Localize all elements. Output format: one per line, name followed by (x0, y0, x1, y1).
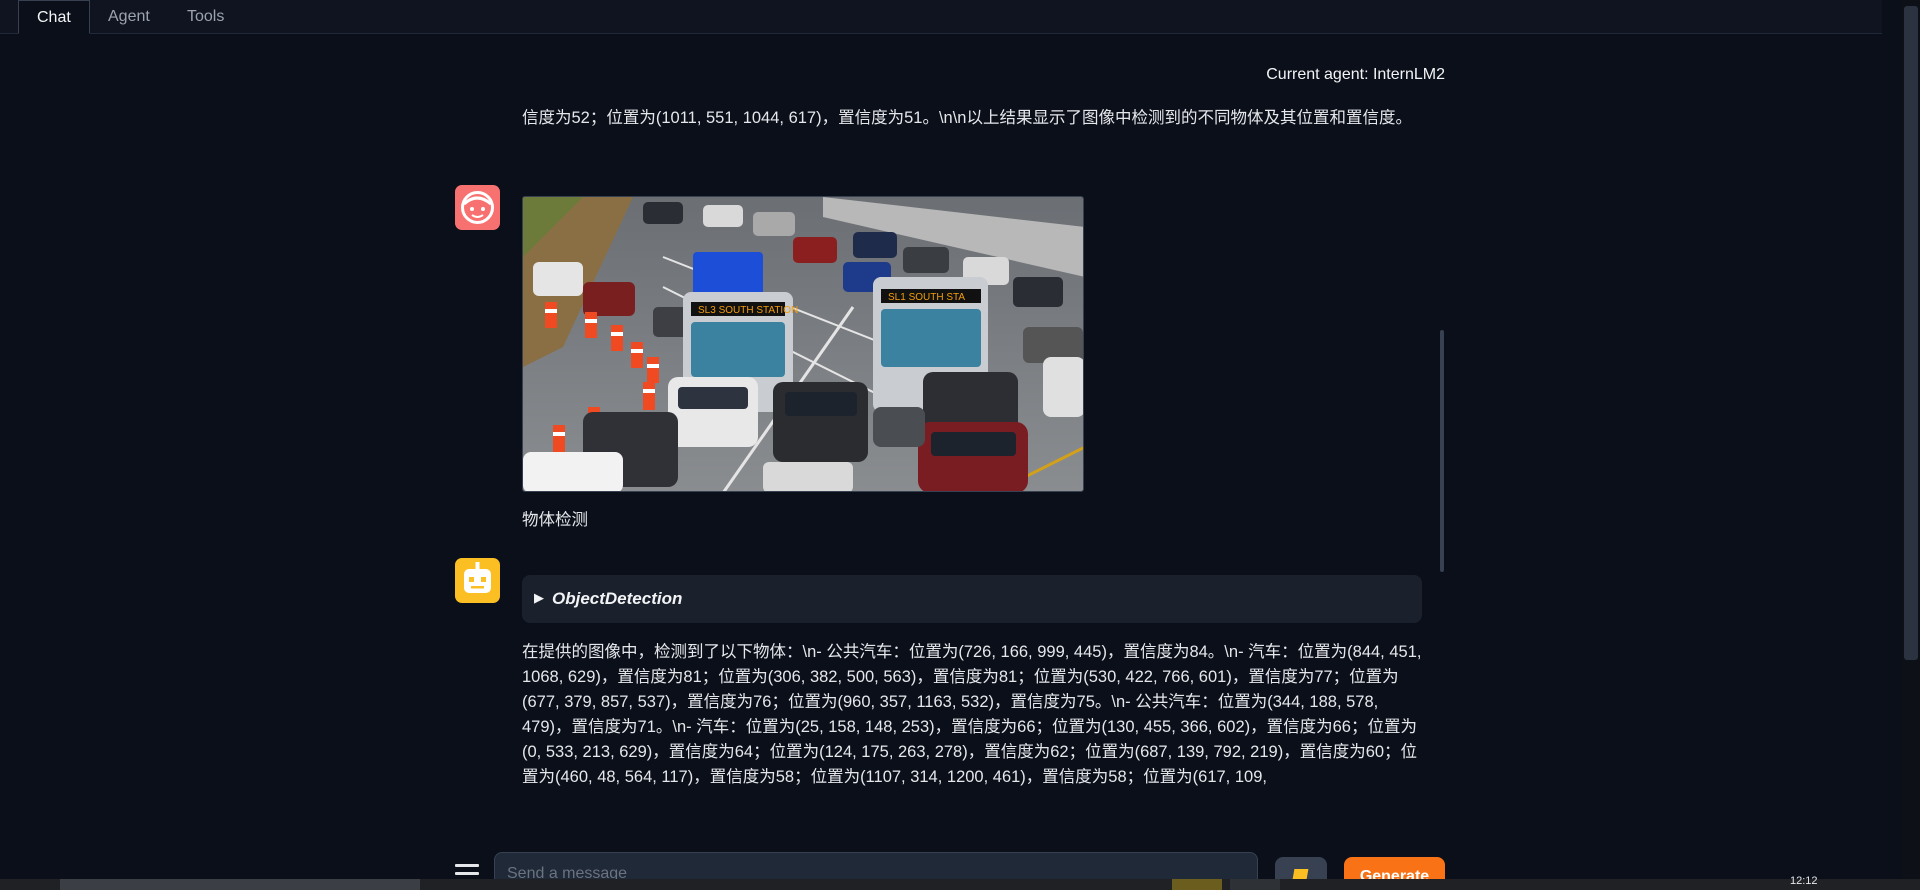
chat-scrollbar[interactable] (1440, 330, 1444, 572)
traffic-photo: SL3 SOUTH STATION SL1 SOUTH STA (523, 197, 1083, 491)
previous-message-text: 信度为52；位置为(1011, 551, 1044, 617)，置信度为51。\… (522, 109, 1412, 127)
taskbar-app-item[interactable] (1172, 879, 1222, 890)
page-scrollbar-track[interactable] (1902, 0, 1920, 890)
bus-right-sign: SL1 SOUTH STA (888, 292, 965, 303)
taskbar-clock: 12:12 (1790, 875, 1818, 887)
taskbar-app-item[interactable] (60, 879, 420, 890)
page-scrollbar-thumb[interactable] (1904, 6, 1918, 660)
bot-avatar (455, 558, 500, 603)
user-message-caption: 物体检测 (522, 511, 588, 529)
current-agent-label: Current agent: InternLM2 (1266, 66, 1445, 83)
user-face-icon (461, 191, 494, 224)
tab-agent[interactable]: Agent (90, 0, 168, 34)
tool-call-title: ObjectDetection (552, 589, 683, 608)
bot-reply-text: 在提供的图像中，检测到了以下物体：\n- 公共汽车：位置为(726, 166, … (522, 643, 1422, 786)
robot-icon (464, 562, 491, 593)
tab-bar: Chat Agent Tools (0, 0, 1882, 34)
expand-triangle-icon: ▶ (534, 590, 544, 605)
tab-tools[interactable]: Tools (169, 0, 242, 34)
os-taskbar: 12:12 (0, 875, 1920, 890)
bus-left-sign: SL3 SOUTH STATION (698, 305, 798, 316)
tool-call-details-objectdetection[interactable]: ▶ ObjectDetection (522, 575, 1422, 623)
user-avatar (455, 185, 500, 230)
uploaded-image-traffic[interactable]: SL3 SOUTH STATION SL1 SOUTH STA (522, 196, 1084, 492)
taskbar-app-item[interactable] (1230, 879, 1280, 890)
tab-chat[interactable]: Chat (18, 0, 90, 34)
